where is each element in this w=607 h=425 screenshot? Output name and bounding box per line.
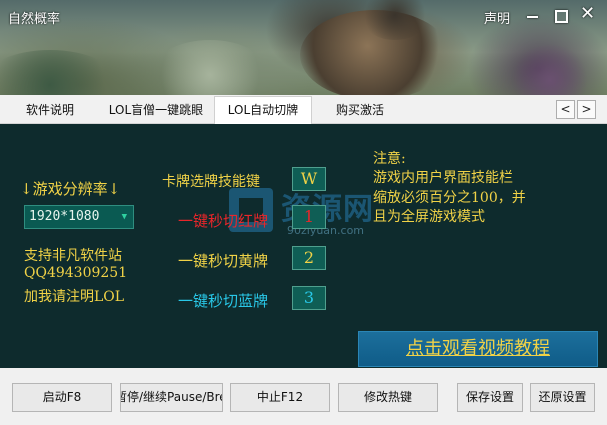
title-bar: 自然概率 声明 ✕	[0, 0, 607, 30]
red-card-key-field[interactable]: 1	[292, 205, 326, 229]
pause-resume-button[interactable]: 暂停/继续Pause/Break	[120, 383, 223, 412]
tab-lee-sin-ward-jump[interactable]: LOL盲僧一键跳眼	[98, 97, 214, 124]
skill-key-field[interactable]: W	[292, 167, 326, 191]
maximize-icon[interactable]	[555, 10, 568, 23]
resolution-value: 1920*1080	[29, 209, 100, 224]
note-line-1: 游戏内用户界面技能栏	[373, 170, 513, 186]
modify-hotkey-button[interactable]: 修改热键	[338, 383, 438, 412]
yellow-card-label: 一键秒切黄牌	[178, 252, 269, 270]
skill-key-label: 卡牌选牌技能键	[162, 174, 260, 190]
tab-software-info[interactable]: 软件说明	[12, 97, 88, 124]
support-line-2: QQ494309251	[24, 265, 128, 281]
stop-button[interactable]: 中止F12	[230, 383, 330, 412]
tab-purchase-activation[interactable]: 购买激活	[322, 97, 398, 124]
tab-prev-button[interactable]: <	[556, 100, 575, 119]
close-icon[interactable]: ✕	[580, 3, 595, 24]
minimize-icon[interactable]	[527, 6, 541, 26]
save-settings-button[interactable]: 保存设置	[457, 383, 523, 412]
restore-settings-button[interactable]: 还原设置	[530, 383, 595, 412]
support-line-1: 支持非凡软件站	[24, 248, 122, 264]
yellow-card-key-field[interactable]: 2	[292, 246, 326, 270]
note-line-2: 缩放必须百分之100，并	[373, 190, 526, 206]
red-card-label: 一键秒切红牌	[178, 212, 269, 230]
resolution-select[interactable]: 1920*1080 ▼	[24, 205, 134, 229]
note-line-3: 且为全屏游戏模式	[373, 209, 485, 225]
watch-video-tutorial-button[interactable]: 点击观看视频教程	[358, 331, 598, 367]
resolution-label: ↓游戏分辨率↓	[20, 180, 121, 198]
support-line-3: 加我请注明LOL	[24, 289, 125, 305]
chevron-down-icon: ▼	[121, 212, 127, 222]
declare-button[interactable]: 声明	[484, 8, 510, 27]
tab-auto-card-pick[interactable]: LOL自动切牌	[214, 96, 312, 125]
blue-card-key-field[interactable]: 3	[292, 286, 326, 310]
window-title: 自然概率	[8, 12, 61, 27]
note-title: 注意:	[373, 151, 406, 167]
start-button[interactable]: 启动F8	[12, 383, 112, 412]
blue-card-label: 一键秒切蓝牌	[178, 292, 269, 310]
tab-bar: 软件说明 LOL盲僧一键跳眼 LOL自动切牌 购买激活	[0, 95, 607, 125]
tab-next-button[interactable]: >	[577, 100, 596, 119]
